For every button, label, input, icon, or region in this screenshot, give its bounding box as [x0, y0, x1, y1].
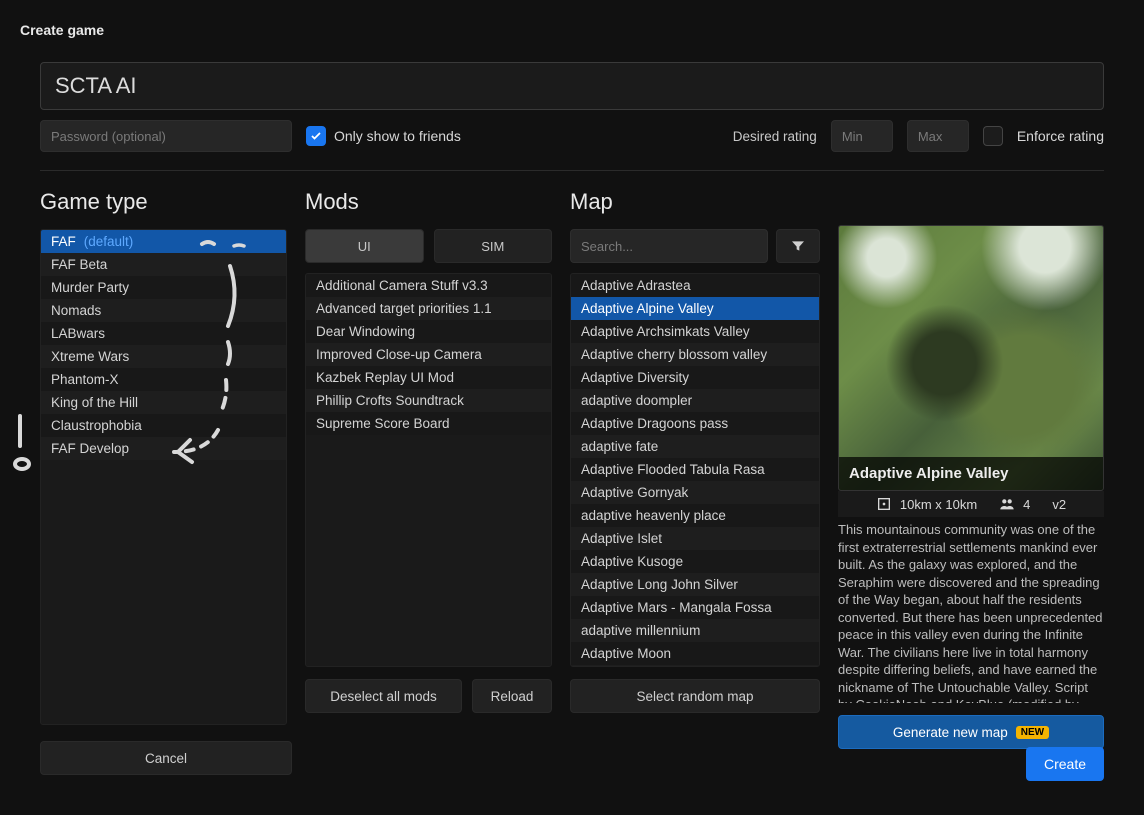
map-version: v2: [1052, 497, 1066, 512]
map-item[interactable]: Adaptive Dragoons pass: [571, 412, 819, 435]
gametype-item[interactable]: Phantom-X: [41, 368, 286, 391]
map-item[interactable]: Adaptive Archsimkats Valley: [571, 320, 819, 343]
check-icon: [310, 130, 322, 142]
gametype-item[interactable]: LABwars: [41, 322, 286, 345]
cancel-button[interactable]: Cancel: [40, 741, 292, 775]
desired-rating-label: Desired rating: [733, 129, 817, 144]
map-item[interactable]: adaptive fate: [571, 435, 819, 458]
map-preview-image: Adaptive Alpine Valley: [838, 225, 1104, 491]
map-item[interactable]: Adaptive Moon: [571, 642, 819, 665]
rating-min-input[interactable]: [831, 120, 893, 152]
map-item[interactable]: Adaptive Kusoge: [571, 550, 819, 573]
rating-max-input[interactable]: [907, 120, 969, 152]
dialog-title: Create game: [20, 22, 1104, 38]
generate-map-label: Generate new map: [893, 725, 1008, 740]
mods-heading: Mods: [305, 187, 552, 215]
gametype-heading: Game type: [40, 187, 287, 215]
mod-item[interactable]: Supreme Score Board: [306, 412, 551, 435]
gametype-list[interactable]: FAF(default)FAF BetaMurder PartyNomadsLA…: [40, 229, 287, 725]
map-search-input[interactable]: [570, 229, 768, 263]
enforce-rating-label: Enforce rating: [1017, 128, 1104, 144]
map-item[interactable]: Adaptive cherry blossom valley: [571, 343, 819, 366]
password-input[interactable]: [40, 120, 292, 152]
map-item[interactable]: Adaptive Islet: [571, 527, 819, 550]
map-item[interactable]: Adaptive Mars - Mangala Fossa: [571, 596, 819, 619]
gametype-item[interactable]: Xtreme Wars: [41, 345, 286, 368]
mods-tab-sim[interactable]: SIM: [434, 229, 553, 263]
map-item[interactable]: Adaptive Adrastea: [571, 274, 819, 297]
mod-item[interactable]: Dear Windowing: [306, 320, 551, 343]
generate-map-button[interactable]: Generate new map NEW: [838, 715, 1104, 749]
mod-item[interactable]: Kazbek Replay UI Mod: [306, 366, 551, 389]
map-preview-title: Adaptive Alpine Valley: [839, 457, 1103, 490]
map-item[interactable]: Adaptive Alpine Valley: [571, 297, 819, 320]
gametype-item[interactable]: Nomads: [41, 299, 286, 322]
mod-item[interactable]: Phillip Crofts Soundtrack: [306, 389, 551, 412]
mods-list[interactable]: Additional Camera Stuff v3.3Advanced tar…: [305, 273, 552, 667]
mod-item[interactable]: Improved Close-up Camera: [306, 343, 551, 366]
map-item[interactable]: adaptive doompler: [571, 389, 819, 412]
map-item[interactable]: Adaptive Flooded Tabula Rasa: [571, 458, 819, 481]
map-item[interactable]: Adaptive Gornyak: [571, 481, 819, 504]
map-heading: Map: [570, 187, 820, 215]
gametype-item[interactable]: Murder Party: [41, 276, 286, 299]
only-friends-label: Only show to friends: [334, 128, 461, 144]
map-item[interactable]: Adaptive Long John Silver: [571, 573, 819, 596]
game-name-input[interactable]: [40, 62, 1104, 110]
default-tag: (default): [84, 234, 134, 249]
gametype-item[interactable]: Claustrophobia: [41, 414, 286, 437]
map-size: 10km x 10km: [900, 497, 977, 512]
gametype-item[interactable]: King of the Hill: [41, 391, 286, 414]
map-item[interactable]: Adaptive Onslaught: [571, 665, 819, 667]
map-players: 4: [1023, 497, 1030, 512]
players-icon: [999, 496, 1015, 512]
random-map-button[interactable]: Select random map: [570, 679, 820, 713]
map-meta: 10km x 10km 4 v2: [838, 491, 1104, 517]
mod-item[interactable]: Additional Camera Stuff v3.3: [306, 274, 551, 297]
mod-item[interactable]: Advanced target priorities 1.1: [306, 297, 551, 320]
map-filter-button[interactable]: [776, 229, 820, 263]
new-badge: NEW: [1016, 726, 1049, 739]
reload-mods-button[interactable]: Reload: [472, 679, 552, 713]
gametype-item[interactable]: FAF Beta: [41, 253, 286, 276]
map-description: This mountainous community was one of th…: [838, 521, 1104, 703]
mods-tab-ui[interactable]: UI: [305, 229, 424, 263]
size-icon: [876, 496, 892, 512]
deselect-mods-button[interactable]: Deselect all mods: [305, 679, 462, 713]
only-friends-checkbox[interactable]: [306, 126, 326, 146]
gametype-item[interactable]: FAF Develop: [41, 437, 286, 460]
filter-icon: [790, 238, 806, 254]
create-button[interactable]: Create: [1026, 747, 1104, 781]
map-item[interactable]: adaptive millennium: [571, 619, 819, 642]
map-item[interactable]: Adaptive Diversity: [571, 366, 819, 389]
map-item[interactable]: adaptive heavenly place: [571, 504, 819, 527]
enforce-rating-checkbox[interactable]: [983, 126, 1003, 146]
gametype-item[interactable]: FAF(default): [41, 230, 286, 253]
map-list[interactable]: Adaptive AdrasteaAdaptive Alpine ValleyA…: [570, 273, 820, 667]
